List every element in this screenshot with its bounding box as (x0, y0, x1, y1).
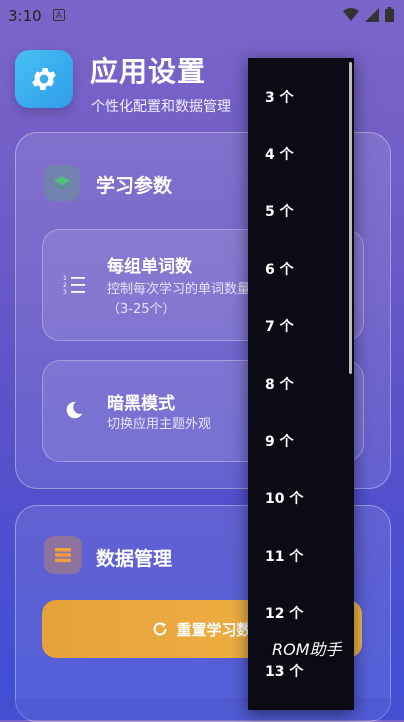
learning-section-icon (44, 165, 80, 201)
dropdown-option[interactable]: 9 个 (248, 412, 354, 469)
learning-section-title: 学习参数 (96, 175, 173, 197)
database-icon (55, 548, 71, 563)
moon-icon (66, 401, 83, 419)
status-icons (343, 7, 394, 22)
svg-text:3: 3 (63, 289, 67, 296)
dropdown-option[interactable]: 5 个 (248, 183, 354, 240)
words-per-group-title: 每组单词数 (107, 257, 192, 277)
data-section-title: 数据管理 (96, 548, 173, 570)
dropdown-option[interactable]: 10 个 (248, 470, 354, 527)
wifi-icon (343, 7, 359, 21)
page-subtitle: 个性化配置和数据管理 (91, 99, 231, 115)
dark-mode-title: 暗黑模式 (107, 394, 175, 414)
gear-icon (32, 68, 56, 90)
signal-icon (365, 7, 379, 22)
svg-text:2: 2 (63, 282, 67, 289)
words-count-dropdown[interactable]: 3 个 4 个 5 个 6 个 7 个 8 个 9 个 10 个 11 个 12… (248, 58, 354, 710)
reset-button-label: 重置学习数 (176, 620, 252, 639)
dropdown-option[interactable]: 11 个 (248, 527, 354, 584)
numbered-list-icon: 1 2 3 (63, 275, 85, 296)
notification-badge: A (53, 9, 65, 21)
dropdown-option[interactable]: 8 个 (248, 355, 354, 412)
status-time: 3:10 (8, 7, 42, 25)
words-per-group-description: 控制每次学习的单词数量（3-25个） (107, 282, 251, 317)
status-bar: 3:10 A (0, 0, 404, 30)
dropdown-option[interactable]: 7 个 (248, 298, 354, 355)
watermark: ROM助手 (272, 640, 342, 659)
dropdown-scrollbar[interactable] (349, 62, 352, 374)
dropdown-option[interactable]: 12 个 (248, 585, 354, 642)
layers-icon (54, 176, 70, 189)
page-title: 应用设置 (90, 55, 207, 88)
dropdown-option[interactable]: 4 个 (248, 125, 354, 182)
battery-icon (385, 7, 394, 22)
app-settings-icon (15, 50, 73, 108)
dropdown-list: 3 个 4 个 5 个 6 个 7 个 8 个 9 个 10 个 11 个 12… (248, 58, 354, 699)
dropdown-option[interactable]: 6 个 (248, 240, 354, 297)
data-section-icon (44, 536, 82, 574)
dropdown-option[interactable]: 3 个 (248, 68, 354, 125)
refresh-icon (153, 622, 167, 636)
svg-text:1: 1 (63, 275, 67, 282)
